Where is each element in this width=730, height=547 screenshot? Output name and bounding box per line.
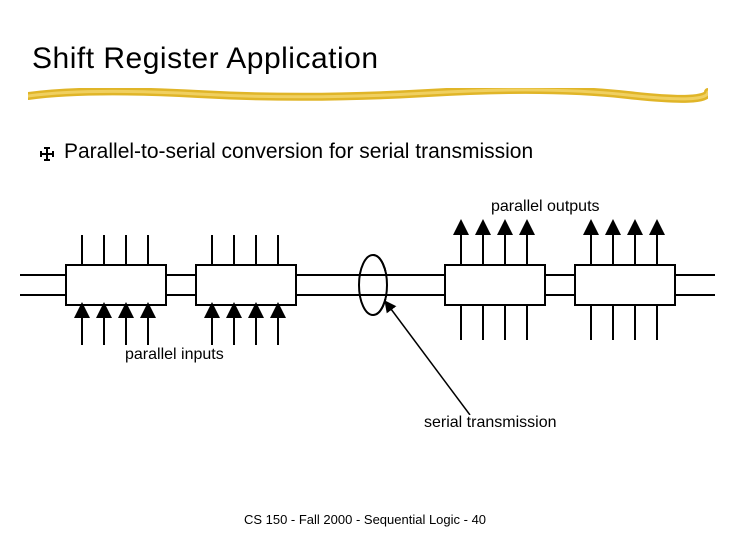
title-underline xyxy=(28,88,708,104)
bullet-item: Parallel-to-serial conversion for serial… xyxy=(40,140,533,164)
slide-title: Shift Register Application xyxy=(32,42,379,76)
shift-register-diagram xyxy=(0,215,730,415)
bullet-icon xyxy=(40,147,54,161)
slide-footer: CS 150 - Fall 2000 - Sequential Logic - … xyxy=(0,512,730,527)
label-parallel-outputs: parallel outputs xyxy=(491,198,600,216)
bullet-text: Parallel-to-serial conversion for serial… xyxy=(64,140,533,164)
label-serial-transmission: serial transmission xyxy=(424,414,556,432)
